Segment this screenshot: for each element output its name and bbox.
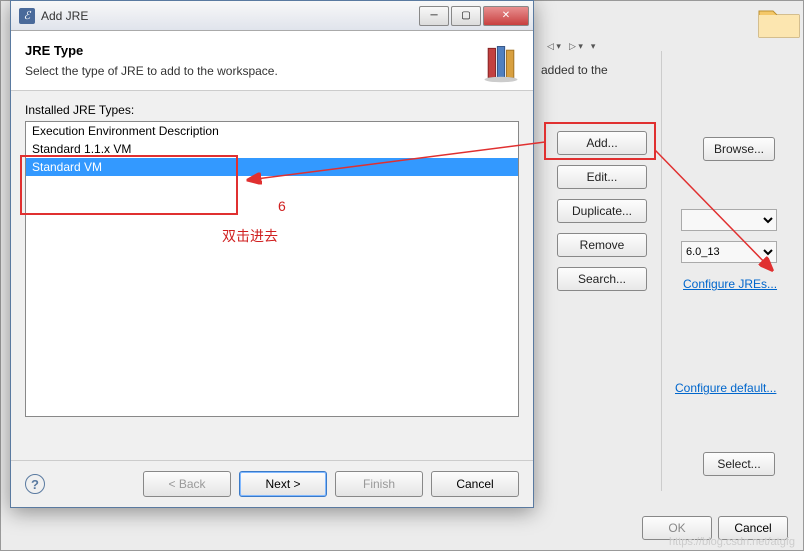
help-icon[interactable]: ? [25,474,45,494]
jdk-select-1[interactable] [681,209,777,231]
edit-button[interactable]: Edit... [557,165,647,189]
select-button[interactable]: Select... [703,452,775,476]
browse-button[interactable]: Browse... [703,137,775,161]
wizard-footer: ? < Back Next > Finish Cancel [11,460,533,507]
window-title: Add JRE [41,9,417,23]
add-jre-dialog: ℰ Add JRE ─ ▢ ✕ JRE Type Select the type… [10,0,534,508]
nav-toolbar: ◁ ▾ ▷ ▾ ▾ [541,31,804,61]
dropdown-icon[interactable]: ▾ [591,41,596,52]
forward-icon[interactable]: ▷ ▾ [569,41,583,52]
minimize-button[interactable]: ─ [419,6,449,26]
annotation-dblclick-text: 双击进去 [222,226,278,246]
wizard-title: JRE Type [25,43,473,58]
list-label: Installed JRE Types: [25,103,519,117]
search-button[interactable]: Search... [557,267,647,291]
next-button[interactable]: Next > [239,471,327,497]
list-item-selected[interactable]: Standard VM [26,158,518,176]
jre-types-list[interactable]: Execution Environment Description Standa… [25,121,519,417]
wizard-body: Installed JRE Types: Execution Environme… [11,91,533,429]
cancel-button[interactable]: Cancel [431,471,519,497]
add-button[interactable]: Add... [557,131,647,155]
jdk-select-2[interactable]: 6.0_13 [681,241,777,263]
back-icon[interactable]: ◁ ▾ [547,41,561,52]
duplicate-button[interactable]: Duplicate... [557,199,647,223]
wizard-subtitle: Select the type of JRE to add to the wor… [25,64,473,78]
remove-button[interactable]: Remove [557,233,647,257]
titlebar[interactable]: ℰ Add JRE ─ ▢ ✕ [11,1,533,31]
list-item[interactable]: Execution Environment Description [26,122,518,140]
app-icon: ℰ [19,8,35,24]
configure-default-link[interactable]: Configure default... [675,381,776,395]
close-button[interactable]: ✕ [483,6,529,26]
divider [661,51,662,491]
wizard-header: JRE Type Select the type of JRE to add t… [11,31,533,91]
info-text: added to the [541,63,661,77]
books-icon [479,41,523,85]
finish-button: Finish [335,471,423,497]
maximize-button[interactable]: ▢ [451,6,481,26]
footer-url: https://blog.csdn.net/atgfg [669,536,795,548]
annotation-number: 6 [278,198,286,214]
configure-jres-link[interactable]: Configure JREs... [683,277,777,291]
back-button: < Back [143,471,231,497]
list-item[interactable]: Standard 1.1.x VM [26,140,518,158]
